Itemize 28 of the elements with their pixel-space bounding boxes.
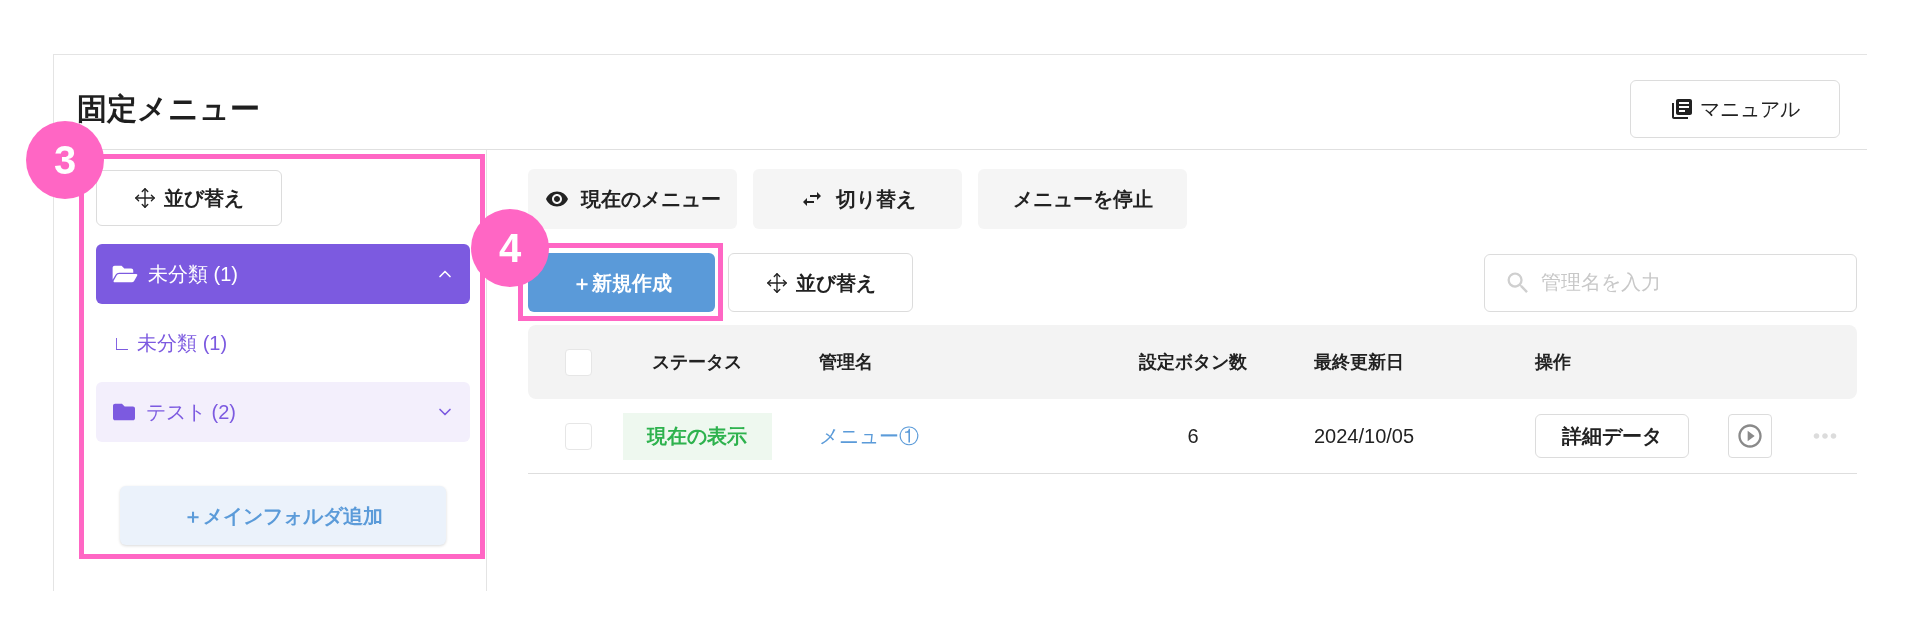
move-arrows-icon xyxy=(134,187,156,209)
sort-button[interactable]: 並び替え xyxy=(96,170,282,226)
sort-button[interactable]: 並び替え xyxy=(728,253,913,312)
column-header: 最終更新日 xyxy=(1314,350,1404,374)
folder-item[interactable]: テスト (2) xyxy=(96,382,470,442)
folder-item[interactable]: 未分類 (1) xyxy=(96,244,470,304)
stop-menu-button[interactable]: メニューを停止 xyxy=(978,169,1187,229)
table-cell-text: 2024/10/05 xyxy=(1314,424,1415,449)
play-icon xyxy=(1736,422,1764,450)
switch-button[interactable]: 切り替え xyxy=(753,169,962,229)
row-checkbox[interactable] xyxy=(565,422,592,450)
select-all-checkbox[interactable] xyxy=(565,348,592,376)
move-arrows-icon xyxy=(765,271,788,294)
detail-button[interactable]: 詳細データ xyxy=(1535,414,1689,458)
play-button[interactable] xyxy=(1728,414,1772,458)
column-header: 設定ボタン数 xyxy=(1139,350,1247,374)
subfolder-item[interactable]: ∟ 未分類 (1) xyxy=(112,328,228,358)
status-badge: 現在の表示 xyxy=(622,412,772,460)
book-icon xyxy=(1670,97,1694,121)
step-number-badge: 4 xyxy=(471,209,549,287)
folder-icon xyxy=(112,401,136,423)
column-header: 管理名 xyxy=(819,350,873,374)
manual-button[interactable]: マニュアル xyxy=(1630,80,1840,138)
column-header: ステータス xyxy=(652,350,742,374)
view-menu-button[interactable]: 現在のメニュー xyxy=(528,169,737,229)
table-cell-text: 6 xyxy=(1187,424,1199,449)
open-folder-icon xyxy=(112,263,138,285)
column-header: 操作 xyxy=(1535,350,1571,374)
